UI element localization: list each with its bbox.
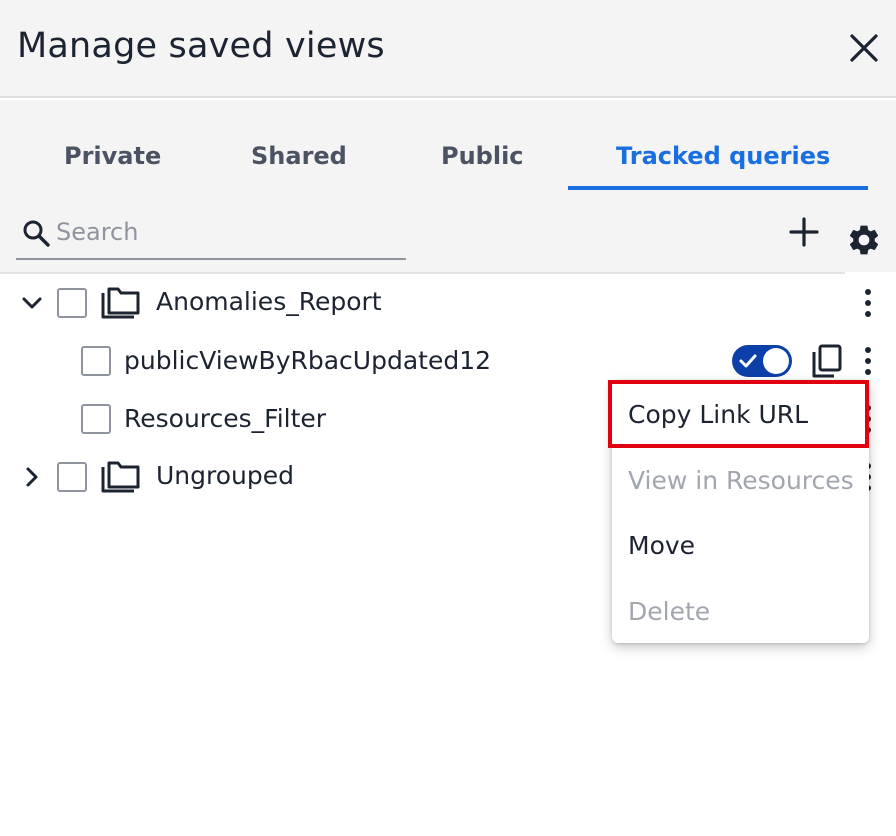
chevron-right-icon <box>26 467 38 487</box>
dialog-title: Manage saved views <box>17 26 385 66</box>
expand-toggle[interactable] <box>19 290 45 316</box>
tree-group-row: Anomalies_Report <box>0 274 896 332</box>
search-icon <box>23 220 50 247</box>
kebab-icon[interactable] <box>862 345 874 377</box>
view-checkbox[interactable] <box>81 346 111 376</box>
menu-item-move[interactable]: Move <box>628 531 695 560</box>
toggle-knob <box>763 348 789 374</box>
tab-public[interactable]: Public <box>441 142 524 170</box>
copy-icon <box>812 344 842 378</box>
dialog-header: Manage saved views <box>0 0 896 98</box>
view-label: Resources_Filter <box>124 404 327 433</box>
tab-shared[interactable]: Shared <box>251 142 347 170</box>
close-icon <box>850 34 878 62</box>
add-button[interactable] <box>786 214 822 250</box>
view-checkbox[interactable] <box>81 404 111 434</box>
tab-tracked-queries[interactable]: Tracked queries <box>616 142 830 170</box>
view-label: publicViewByRbacUpdated12 <box>124 346 492 375</box>
chevron-down-icon <box>22 297 42 309</box>
group-label: Anomalies_Report <box>156 287 382 316</box>
gear-icon <box>849 225 879 255</box>
search-field <box>16 210 406 260</box>
menu-item-view-in-resources: View in Resources <box>628 466 854 495</box>
group-checkbox[interactable] <box>57 462 87 492</box>
check-icon <box>739 354 757 368</box>
close-button[interactable] <box>844 28 884 68</box>
folder-icon <box>101 461 140 493</box>
search-input[interactable] <box>56 212 401 252</box>
group-checkbox[interactable] <box>57 288 87 318</box>
tracking-toggle[interactable] <box>732 345 792 377</box>
plus-icon <box>789 217 819 247</box>
expand-toggle[interactable] <box>19 464 45 490</box>
folder-icon <box>101 287 140 319</box>
highlight-annotation <box>608 380 869 448</box>
active-tab-indicator <box>568 186 868 190</box>
copy-button[interactable] <box>810 343 844 379</box>
group-label: Ungrouped <box>156 461 295 490</box>
kebab-icon[interactable] <box>862 287 874 319</box>
settings-button[interactable] <box>846 222 882 258</box>
tab-private[interactable]: Private <box>64 142 161 170</box>
menu-item-delete: Delete <box>628 597 711 626</box>
